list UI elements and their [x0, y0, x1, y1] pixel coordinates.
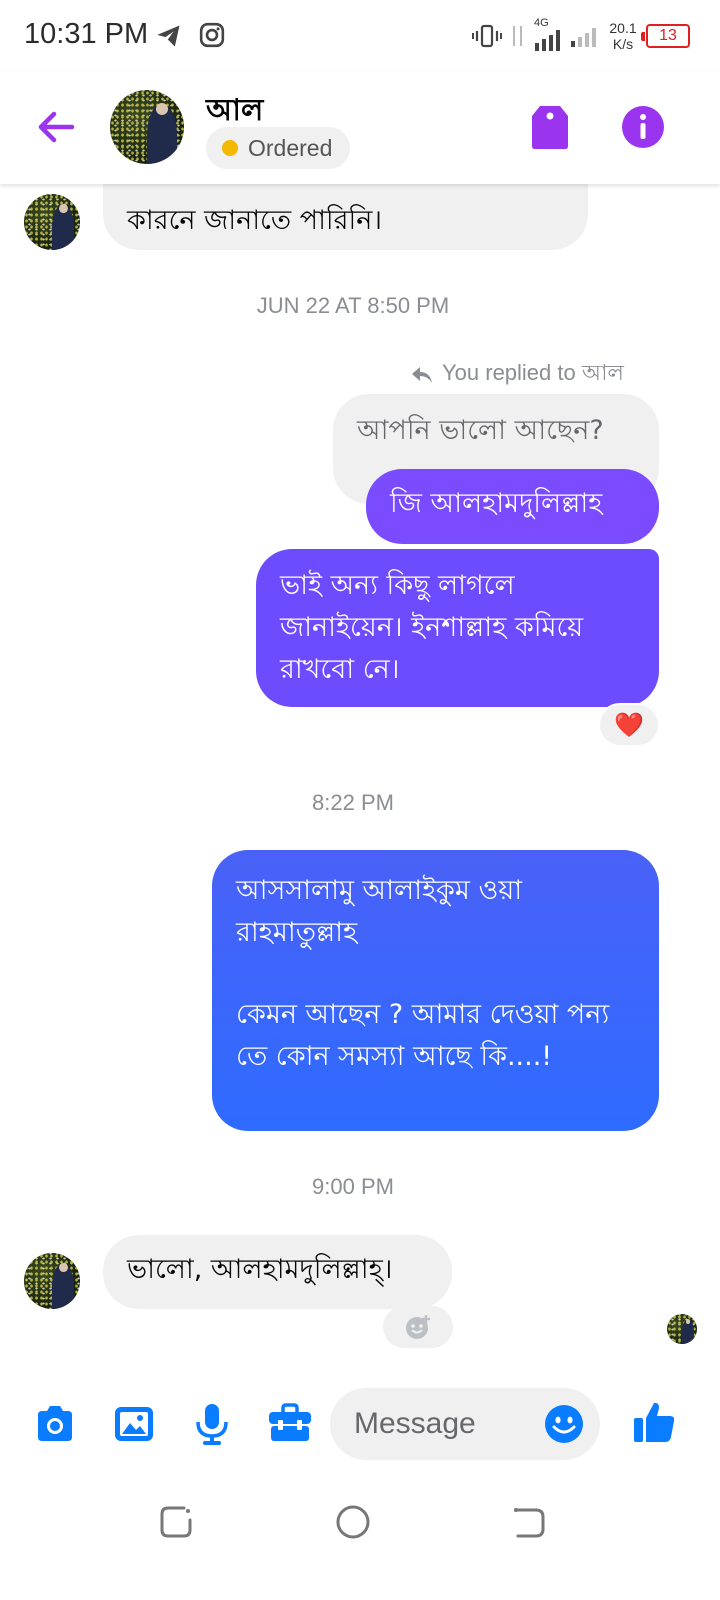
outgoing-message[interactable]: জি আলহামদুলিল্লাহ	[366, 469, 659, 544]
status-label: Ordered	[248, 134, 333, 161]
timestamp-separator: JUN 22 AT 8:50 PM	[256, 293, 450, 318]
outgoing-message[interactable]: ভাই অন্য কিছু লাগলে জানাইয়েন। ইনশাল্লাহ…	[256, 549, 659, 707]
reply-icon	[412, 366, 432, 383]
home-icon[interactable]	[333, 1502, 373, 1542]
network-speed: 20.1 K/s	[609, 20, 637, 52]
message-text: কেমন আছেন ? আমার দেওয়া পন্য তে কোন সমস্…	[236, 999, 610, 1072]
sender-avatar	[24, 194, 80, 250]
mic-icon[interactable]	[189, 1401, 235, 1447]
reply-label: You replied to আল	[442, 360, 624, 385]
status-bar: 10:31 PM 4G 20.1 K/s 13	[0, 0, 720, 72]
signal-sim2-icon	[571, 28, 596, 47]
gallery-icon[interactable]	[111, 1401, 157, 1447]
back-nav-icon[interactable]	[510, 1502, 550, 1542]
timestamp-separator: 8:22 PM	[312, 790, 394, 815]
info-icon[interactable]	[620, 104, 666, 150]
thumbs-up-icon[interactable]	[632, 1399, 678, 1445]
recent-apps-icon[interactable]	[156, 1502, 196, 1542]
camera-icon[interactable]	[32, 1401, 78, 1447]
message-text: জি আলহামদুলিল্লাহ	[390, 488, 603, 519]
status-dot	[222, 140, 238, 156]
message-text: আসসালামু আলাইকুম ওয়া রাহমাতুল্লাহ	[236, 875, 523, 948]
signal-sim1-icon	[513, 26, 522, 46]
status-time: 10:31 PM	[24, 18, 149, 50]
contact-avatar[interactable]	[110, 90, 184, 164]
message-text: ভালো, আলহামদুলিল্লাহ্।	[127, 1254, 393, 1285]
quoted-text: আপনি ভালো আছেন?	[357, 415, 604, 446]
seen-receipt-avatar	[667, 1314, 697, 1344]
message-text: কারনে জানাতে পারিনি।	[127, 205, 382, 236]
vibrate-icon	[472, 24, 502, 48]
system-navigation-bar	[0, 1480, 720, 1560]
network-type: 4G	[534, 17, 549, 29]
chat-header: আল Ordered	[0, 72, 720, 184]
tag-icon[interactable]	[528, 102, 572, 152]
incoming-message[interactable]: ভালো, আলহামদুলিল্লাহ্।	[103, 1235, 452, 1309]
add-reaction-button[interactable]	[383, 1306, 453, 1348]
outgoing-message[interactable]: আসসালামু আলাইকুম ওয়া রাহমাতুল্লাহ কেমন …	[212, 850, 659, 1131]
back-arrow-icon[interactable]	[32, 102, 82, 152]
heart-icon: ❤️	[614, 711, 644, 739]
battery-indicator: 13	[641, 24, 690, 48]
emoji-icon[interactable]	[544, 1404, 584, 1444]
sender-avatar	[24, 1253, 80, 1309]
instagram-icon	[199, 22, 225, 48]
battery-level: 13	[659, 27, 677, 44]
telegram-icon	[157, 25, 180, 47]
message-composer	[0, 1385, 720, 1465]
message-text: ভাই অন্য কিছু লাগলে জানাইয়েন। ইনশাল্লাহ…	[280, 570, 584, 685]
order-status-badge[interactable]: Ordered	[206, 127, 351, 169]
add-reaction-icon	[406, 1315, 430, 1339]
heart-reaction[interactable]: ❤️	[598, 703, 660, 747]
timestamp-separator: 9:00 PM	[312, 1174, 394, 1199]
toolbox-icon[interactable]	[267, 1401, 313, 1447]
signal-4g: 4G	[534, 17, 564, 51]
reply-indicator: You replied to আল	[410, 356, 624, 393]
